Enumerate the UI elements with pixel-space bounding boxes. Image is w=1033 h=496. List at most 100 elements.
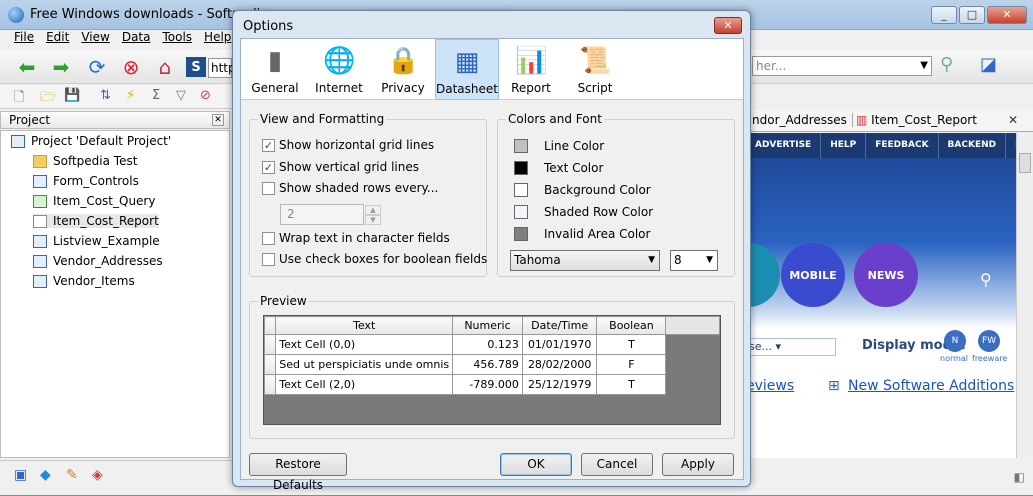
tab-internet[interactable]: 🌐 Internet: [307, 39, 371, 100]
nav-help[interactable]: HELP: [821, 133, 867, 158]
nav-feedback[interactable]: FEEDBACK: [866, 133, 939, 158]
nav-more[interactable]: N: [1006, 133, 1016, 158]
new-file-icon[interactable]: 🗋: [14, 88, 24, 110]
background-color-row[interactable]: Background Color: [514, 183, 651, 197]
new-software-link[interactable]: New Software Additions: [848, 378, 1014, 394]
tree-item[interactable]: Softpedia Test: [33, 154, 137, 168]
browser-scrollbar[interactable]: [1016, 133, 1033, 458]
nav-backend[interactable]: BACKEND: [939, 133, 1007, 158]
search-icon[interactable]: ⚲: [980, 270, 992, 289]
refresh-icon[interactable]: ⟳: [84, 54, 110, 80]
freeware-mode-label: freeware: [972, 354, 1008, 363]
scrollbar-thumb[interactable]: [1019, 153, 1031, 173]
diamond-icon[interactable]: ◆: [40, 467, 51, 483]
save-icon[interactable]: 💾: [64, 88, 80, 103]
pencil-icon[interactable]: ✎: [66, 467, 78, 483]
close-button[interactable]: ✕: [987, 6, 1027, 24]
tree-root[interactable]: Project 'Default Project': [11, 134, 171, 148]
stop-icon[interactable]: ⊗: [118, 54, 144, 80]
tab-privacy[interactable]: 🔒 Privacy: [371, 39, 435, 100]
shaded-row-color-row[interactable]: Shaded Row Color: [514, 205, 653, 219]
menu-data[interactable]: Data: [122, 30, 151, 48]
chevron-down-icon[interactable]: ▼: [365, 215, 381, 225]
menu-view[interactable]: View: [81, 30, 109, 48]
filter-icon[interactable]: ▽: [176, 88, 186, 103]
checkbox-unchecked: [262, 231, 275, 245]
font-size-value: 8: [674, 253, 682, 267]
menu-edit[interactable]: Edit: [46, 30, 69, 48]
address-input[interactable]: http: [208, 58, 236, 78]
table-icon: [33, 274, 47, 288]
row-header: [263, 334, 277, 355]
tree-item[interactable]: Item_Cost_Query: [33, 194, 155, 208]
forward-arrow-icon[interactable]: ➡: [48, 54, 74, 80]
normal-mode-button[interactable]: N: [944, 330, 966, 352]
font-size-select[interactable]: 8 ▼: [670, 250, 718, 271]
banner-bubble[interactable]: [746, 243, 780, 307]
wrap-text-checkbox[interactable]: Wrap text in character fields: [262, 231, 450, 245]
restore-defaults-button[interactable]: Restore Defaults: [249, 453, 347, 492]
shaded-rows-stepper[interactable]: 2 ▲ ▼: [280, 204, 381, 225]
search-input[interactable]: her... ▼: [752, 56, 932, 76]
tree-item[interactable]: Item_Cost_Report: [33, 214, 159, 228]
shaded-rows-checkbox[interactable]: Show shaded rows every...: [262, 181, 438, 195]
lightning-icon[interactable]: ⚡: [126, 88, 135, 103]
font-select[interactable]: Tahoma ▼: [510, 250, 660, 271]
color-swatch[interactable]: [514, 183, 528, 197]
tab-vendor-addresses[interactable]: ndor_Addresses: [752, 113, 847, 127]
apply-button[interactable]: Apply: [662, 453, 734, 476]
tab-item-cost-report[interactable]: ▥ Item_Cost_Report: [852, 113, 977, 127]
search-go-icon[interactable]: ⚲: [940, 54, 953, 75]
nav-advertise[interactable]: ADVERTISE: [746, 133, 822, 158]
chevron-up-icon[interactable]: ▲: [365, 205, 381, 215]
table-cell: Text Cell (2,0): [275, 374, 454, 395]
tab-report[interactable]: 📊 Report: [499, 39, 563, 100]
invalid-area-color-row[interactable]: Invalid Area Color: [514, 227, 650, 241]
horizontal-grid-checkbox[interactable]: ✓ Show horizontal grid lines: [262, 138, 434, 152]
tree-item[interactable]: Listview_Example: [33, 234, 160, 248]
ok-button[interactable]: OK: [500, 453, 572, 476]
back-arrow-icon[interactable]: ⬅: [14, 54, 40, 80]
tab-script[interactable]: 📜 Script: [563, 39, 627, 100]
sum-icon[interactable]: Σ: [152, 88, 160, 103]
minimize-button[interactable]: _: [931, 6, 957, 24]
boolean-checkboxes-checkbox[interactable]: Use check boxes for boolean fields: [262, 252, 487, 266]
freeware-mode-button[interactable]: FW: [978, 330, 1000, 352]
mobile-bubble[interactable]: MOBILE: [781, 243, 845, 307]
maximize-button[interactable]: □: [959, 6, 985, 24]
folder-icon: [33, 154, 47, 168]
stepper-arrows[interactable]: ▲ ▼: [365, 205, 381, 226]
news-bubble[interactable]: NEWS: [854, 243, 918, 307]
color-swatch[interactable]: [514, 161, 528, 175]
close-panel-icon[interactable]: ✕: [212, 114, 224, 126]
tree-item[interactable]: Vendor_Addresses: [33, 254, 163, 268]
tab-close-icon[interactable]: ✕: [1008, 113, 1018, 127]
shapes-icon[interactable]: ◈: [92, 467, 103, 483]
color-swatch[interactable]: [514, 205, 528, 219]
preview-grid-area: Text Numeric Date/Time Boolean Text Cell…: [263, 315, 721, 425]
dialog-close-button[interactable]: ✕: [714, 17, 742, 34]
home-icon[interactable]: ⌂: [152, 54, 178, 80]
tree-item[interactable]: Form_Controls: [33, 174, 139, 188]
clear-filter-icon[interactable]: ⊘: [200, 88, 211, 103]
menu-file[interactable]: File: [14, 30, 34, 48]
cancel-button[interactable]: Cancel: [581, 453, 653, 476]
tab-general[interactable]: ▮ General: [243, 39, 307, 100]
checkbox-label: Show horizontal grid lines: [279, 138, 435, 152]
color-swatch[interactable]: [514, 139, 528, 153]
tab-datasheet[interactable]: ▦ Datasheet: [435, 39, 499, 100]
chevron-down-icon[interactable]: ▼: [920, 57, 928, 75]
text-color-row[interactable]: Text Color: [514, 161, 603, 175]
tree-item[interactable]: Vendor_Items: [33, 274, 135, 288]
vertical-grid-checkbox[interactable]: ✓ Show vertical grid lines: [262, 160, 419, 174]
sort-icon[interactable]: ⇅: [100, 88, 111, 103]
menu-help[interactable]: Help: [204, 30, 231, 48]
line-color-row[interactable]: Line Color: [514, 139, 604, 153]
open-folder-icon[interactable]: 🗁: [40, 88, 56, 110]
tool-icon[interactable]: ◪: [980, 54, 997, 75]
category-select[interactable]: se... ▾: [746, 338, 836, 356]
menu-tools[interactable]: Tools: [162, 30, 192, 48]
window-icon[interactable]: ▣: [14, 467, 27, 483]
color-swatch[interactable]: [514, 227, 528, 241]
reviews-link[interactable]: eviews: [746, 378, 794, 394]
